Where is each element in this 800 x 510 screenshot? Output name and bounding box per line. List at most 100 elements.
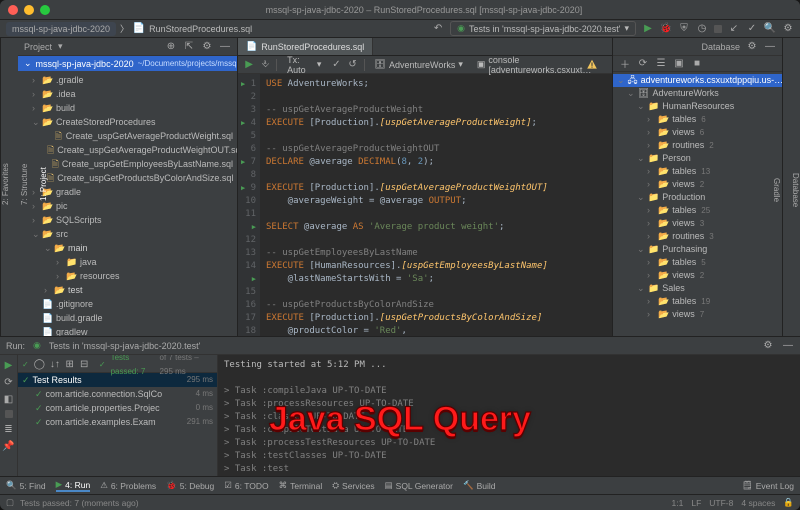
project-tool-button[interactable]: 1: Project <box>39 167 48 201</box>
run-config-name[interactable]: Tests in 'mssql-sp-java-jdbc-2020.test' <box>49 341 201 351</box>
rerun-failed-icon[interactable]: ⟳ <box>3 376 15 388</box>
hide-panel-icon[interactable]: — <box>219 41 231 53</box>
db-folder-row[interactable]: ›📂routines3 <box>613 230 782 243</box>
close-icon[interactable] <box>8 5 18 15</box>
db-folder-row[interactable]: ›📂views6 <box>613 126 782 139</box>
indent-settings[interactable]: 4 spaces <box>741 498 775 508</box>
test-class-row[interactable]: ✓com.article.connection.SqlCo4 ms <box>18 387 217 401</box>
structure-tool-button[interactable]: 7: Structure <box>20 163 29 204</box>
project-tree-row[interactable]: ›📂pic <box>18 199 237 213</box>
back-icon[interactable]: ↶ <box>432 23 444 35</box>
refresh-icon[interactable]: ⟳ <box>637 58 649 70</box>
db-folder-row[interactable]: ›📂views2 <box>613 269 782 282</box>
test-class-row[interactable]: ✓com.article.properties.Projec0 ms <box>18 401 217 415</box>
db-folder-row[interactable]: ›📂views7 <box>613 308 782 321</box>
project-tree-row[interactable]: 📄build.gradle <box>18 311 237 325</box>
stop-icon[interactable]: ■ <box>691 58 703 70</box>
db-folder-row[interactable]: ›📂tables25 <box>613 204 782 217</box>
schema-dropdown[interactable]: 🗄 AdventureWorks ▾ <box>371 58 467 71</box>
dump-threads-icon[interactable]: ≣ <box>3 423 15 435</box>
db-folder-row[interactable]: ›📂tables19 <box>613 295 782 308</box>
project-tree-row[interactable]: ⌄📂src <box>18 227 237 241</box>
project-tree-row[interactable]: 🗎Create_uspGetEmployeesByLastName.sql <box>18 157 237 171</box>
project-tree-row[interactable]: 📄.gitignore <box>18 297 237 311</box>
db-folder-row[interactable]: ›📂tables5 <box>613 256 782 269</box>
sort-icon[interactable]: ↓↑ <box>50 359 60 371</box>
inspections-warning-icon[interactable] <box>586 59 598 70</box>
code-content[interactable]: USE AdventureWorks; -- uspGetAverageProd… <box>260 74 612 336</box>
minimize-icon[interactable] <box>24 5 34 15</box>
gradle-tool-button[interactable]: Gradle <box>772 178 781 202</box>
project-tree-row[interactable]: ›📂resources <box>18 269 237 283</box>
explain-plan-icon[interactable]: ⎀ <box>260 59 270 71</box>
toggle-autotest-icon[interactable]: ◧ <box>3 393 15 405</box>
show-passed-icon[interactable]: ◯ <box>34 359 45 371</box>
hide-panel-icon[interactable]: — <box>764 41 776 53</box>
expand-all-icon[interactable]: ⊞ <box>65 359 74 371</box>
db-folder-row[interactable]: ›📂views3 <box>613 217 782 230</box>
project-tree-row[interactable]: 📄gradlew <box>18 325 237 336</box>
db-schema-row[interactable]: ⌄📁Production <box>613 191 782 204</box>
debug-tool-button[interactable]: 🐞5: Debug <box>166 480 214 491</box>
breadcrumb-project[interactable]: mssql-sp-java-jdbc-2020 <box>6 22 116 36</box>
collapse-all-icon[interactable]: ⇱ <box>183 41 195 53</box>
pin-icon[interactable]: 📌 <box>3 440 15 452</box>
commit-icon[interactable]: ✓ <box>331 59 341 71</box>
project-tree-row[interactable]: ›📁java <box>18 255 237 269</box>
caret-position[interactable]: 1:1 <box>672 498 684 508</box>
settings-icon[interactable]: ⚙ <box>782 23 794 35</box>
terminal-tool-button[interactable]: ⌘Terminal <box>279 480 323 491</box>
event-log-button[interactable]: 🗒Event Log <box>742 480 794 491</box>
project-tree-row[interactable]: ›📂.gradle <box>18 73 237 87</box>
run-config-selector[interactable]: ◉ Tests in 'mssql-sp-java-jdbc-2020.test… <box>450 21 636 36</box>
db-datasource-row[interactable]: ⌄🖧adventureworks.csxuxtdppqiu.us-… <box>613 74 782 87</box>
project-tree-row[interactable]: 🗎Create_uspGetProductsByColorAndSize.sql <box>18 171 237 185</box>
stop-icon[interactable] <box>714 25 722 33</box>
db-schema-row[interactable]: ⌄📁Person <box>613 152 782 165</box>
line-separator[interactable]: LF <box>691 498 701 508</box>
project-tree-row[interactable]: ›📂SQLScripts <box>18 213 237 227</box>
run-console[interactable]: Testing started at 5:12 PM ... > Task :c… <box>218 355 800 476</box>
stop-icon[interactable] <box>5 410 13 418</box>
database-tool-button[interactable]: Database <box>791 173 800 207</box>
run-icon[interactable]: ▶ <box>642 23 654 35</box>
file-encoding[interactable]: UTF-8 <box>709 498 733 508</box>
todo-tool-button[interactable]: ☑6: TODO <box>224 480 268 491</box>
build-tool-button[interactable]: 🔨Build <box>463 480 496 491</box>
vcs-update-icon[interactable]: ↙ <box>728 23 740 35</box>
db-folder-row[interactable]: ›📂tables13 <box>613 165 782 178</box>
gear-icon[interactable]: ⚙ <box>746 41 758 53</box>
db-folder-row[interactable]: ›📂views2 <box>613 178 782 191</box>
jump-to-console-icon[interactable]: ▣ <box>673 58 685 70</box>
db-database-row[interactable]: ⌄🗄AdventureWorks <box>613 87 782 100</box>
test-class-row[interactable]: ✓com.article.examples.Exam291 ms <box>18 415 217 429</box>
rollback-icon[interactable]: ↺ <box>348 59 358 71</box>
rerun-icon[interactable]: ▶ <box>3 359 15 371</box>
database-tree[interactable]: ⌄🖧adventureworks.csxuxtdppqiu.us-…⌄🗄Adve… <box>613 72 782 336</box>
gear-icon[interactable]: ⚙ <box>762 340 774 352</box>
gear-icon[interactable]: ⚙ <box>201 41 213 53</box>
project-tree-row[interactable]: ›📂gradle <box>18 185 237 199</box>
collapse-all-icon[interactable]: ⊟ <box>79 359 88 371</box>
db-schema-row[interactable]: ⌄📁Sales <box>613 282 782 295</box>
services-tool-button[interactable]: ⛭Services <box>332 480 374 491</box>
project-view-dropdown[interactable]: Project <box>24 42 52 52</box>
debug-icon[interactable]: 🐞 <box>660 23 672 35</box>
problems-tool-button[interactable]: ⚠6: Problems <box>100 480 156 491</box>
inspections-indicator[interactable]: 🔒 <box>783 497 794 508</box>
filter-icon[interactable]: ☰ <box>655 58 667 70</box>
check-icon[interactable]: ✓ <box>22 358 29 372</box>
coverage-icon[interactable]: ⛨ <box>678 23 690 35</box>
execute-icon[interactable]: ▶ <box>244 59 254 71</box>
zoom-icon[interactable] <box>40 5 50 15</box>
db-schema-row[interactable]: ⌄📁Purchasing <box>613 243 782 256</box>
tool-windows-icon[interactable]: ▢ <box>6 497 14 508</box>
project-tree-row[interactable]: ›📂.idea <box>18 87 237 101</box>
editor-tab-active[interactable]: 📄 RunStoredProcedures.sql <box>238 38 373 55</box>
db-folder-row[interactable]: ›📂tables6 <box>613 113 782 126</box>
favorites-tool-button[interactable]: 2: Favorites <box>1 163 10 205</box>
db-folder-row[interactable]: ›📂routines2 <box>613 139 782 152</box>
project-tree-row[interactable]: ⌄📂CreateStoredProcedures <box>18 115 237 129</box>
code-editor[interactable]: ▶ 123▶ 456▶ 78▶ 91011▶ 121314▶ 15161718▶… <box>238 74 612 336</box>
search-icon[interactable]: 🔍 <box>764 23 776 35</box>
